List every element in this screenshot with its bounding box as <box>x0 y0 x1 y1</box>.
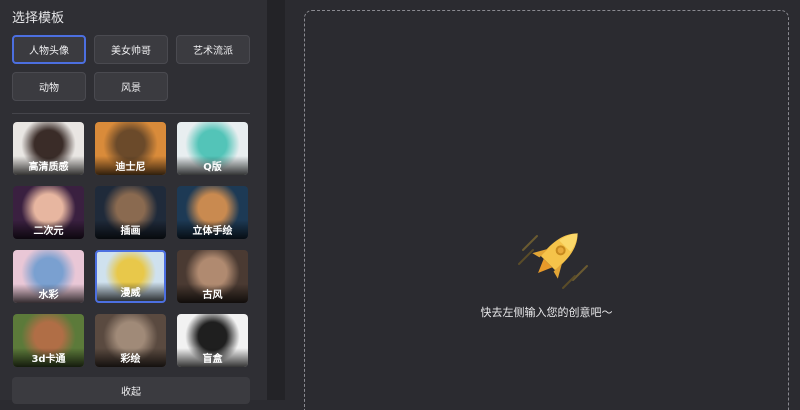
category-button-portrait[interactable]: 人物头像 <box>12 35 86 64</box>
template-tile-anime[interactable]: 二次元 <box>13 186 84 239</box>
template-tile-painted[interactable]: 彩绘 <box>95 314 166 367</box>
template-label: 二次元 <box>13 220 84 239</box>
template-tile-marvel[interactable]: 漫威 <box>95 250 166 303</box>
template-label: 3d卡通 <box>13 348 84 367</box>
category-button-art-style[interactable]: 艺术流派 <box>176 35 250 64</box>
template-label: 古风 <box>177 284 248 303</box>
template-label: 立体手绘 <box>177 220 248 239</box>
template-label: Q版 <box>177 156 248 175</box>
template-label: 漫威 <box>97 282 164 301</box>
template-label: 高清质感 <box>13 156 84 175</box>
template-tile-blind-box[interactable]: 盲盒 <box>177 314 248 367</box>
template-label: 水彩 <box>13 284 84 303</box>
template-tile-3d-hand-drawn[interactable]: 立体手绘 <box>177 186 248 239</box>
category-button-beauty[interactable]: 美女帅哥 <box>94 35 168 64</box>
template-label: 插画 <box>95 220 166 239</box>
empty-state-message: 快去左侧输入您的创意吧～ <box>480 306 613 319</box>
section-title: 选择模板 <box>12 11 65 26</box>
template-label: 盲盒 <box>177 348 248 367</box>
template-label: 彩绘 <box>95 348 166 367</box>
template-tile-chibi[interactable]: Q版 <box>177 122 248 175</box>
template-tile-ancient[interactable]: 古风 <box>177 250 248 303</box>
rocket-icon <box>518 233 588 289</box>
scrollbar[interactable] <box>267 0 285 400</box>
template-tile-disney[interactable]: 迪士尼 <box>95 122 166 175</box>
result-canvas: 快去左侧输入您的创意吧～ <box>304 10 789 410</box>
category-button-landscape[interactable]: 风景 <box>94 72 168 101</box>
category-grid: 人物头像 美女帅哥 艺术流派 动物 风景 <box>12 35 250 101</box>
template-sidebar: 选择模板 人物头像 美女帅哥 艺术流派 动物 风景 高清质感 迪士尼 Q版 二次… <box>0 0 267 404</box>
template-tile-hd[interactable]: 高清质感 <box>13 122 84 175</box>
category-button-animal[interactable]: 动物 <box>12 72 86 101</box>
template-tile-illustration[interactable]: 插画 <box>95 186 166 239</box>
template-grid: 高清质感 迪士尼 Q版 二次元 插画 立体手绘 水彩 漫威 古风 3d卡通 彩绘… <box>13 122 248 367</box>
template-label: 迪士尼 <box>95 156 166 175</box>
template-tile-watercolor[interactable]: 水彩 <box>13 250 84 303</box>
divider <box>12 113 250 114</box>
template-tile-3d-cartoon[interactable]: 3d卡通 <box>13 314 84 367</box>
